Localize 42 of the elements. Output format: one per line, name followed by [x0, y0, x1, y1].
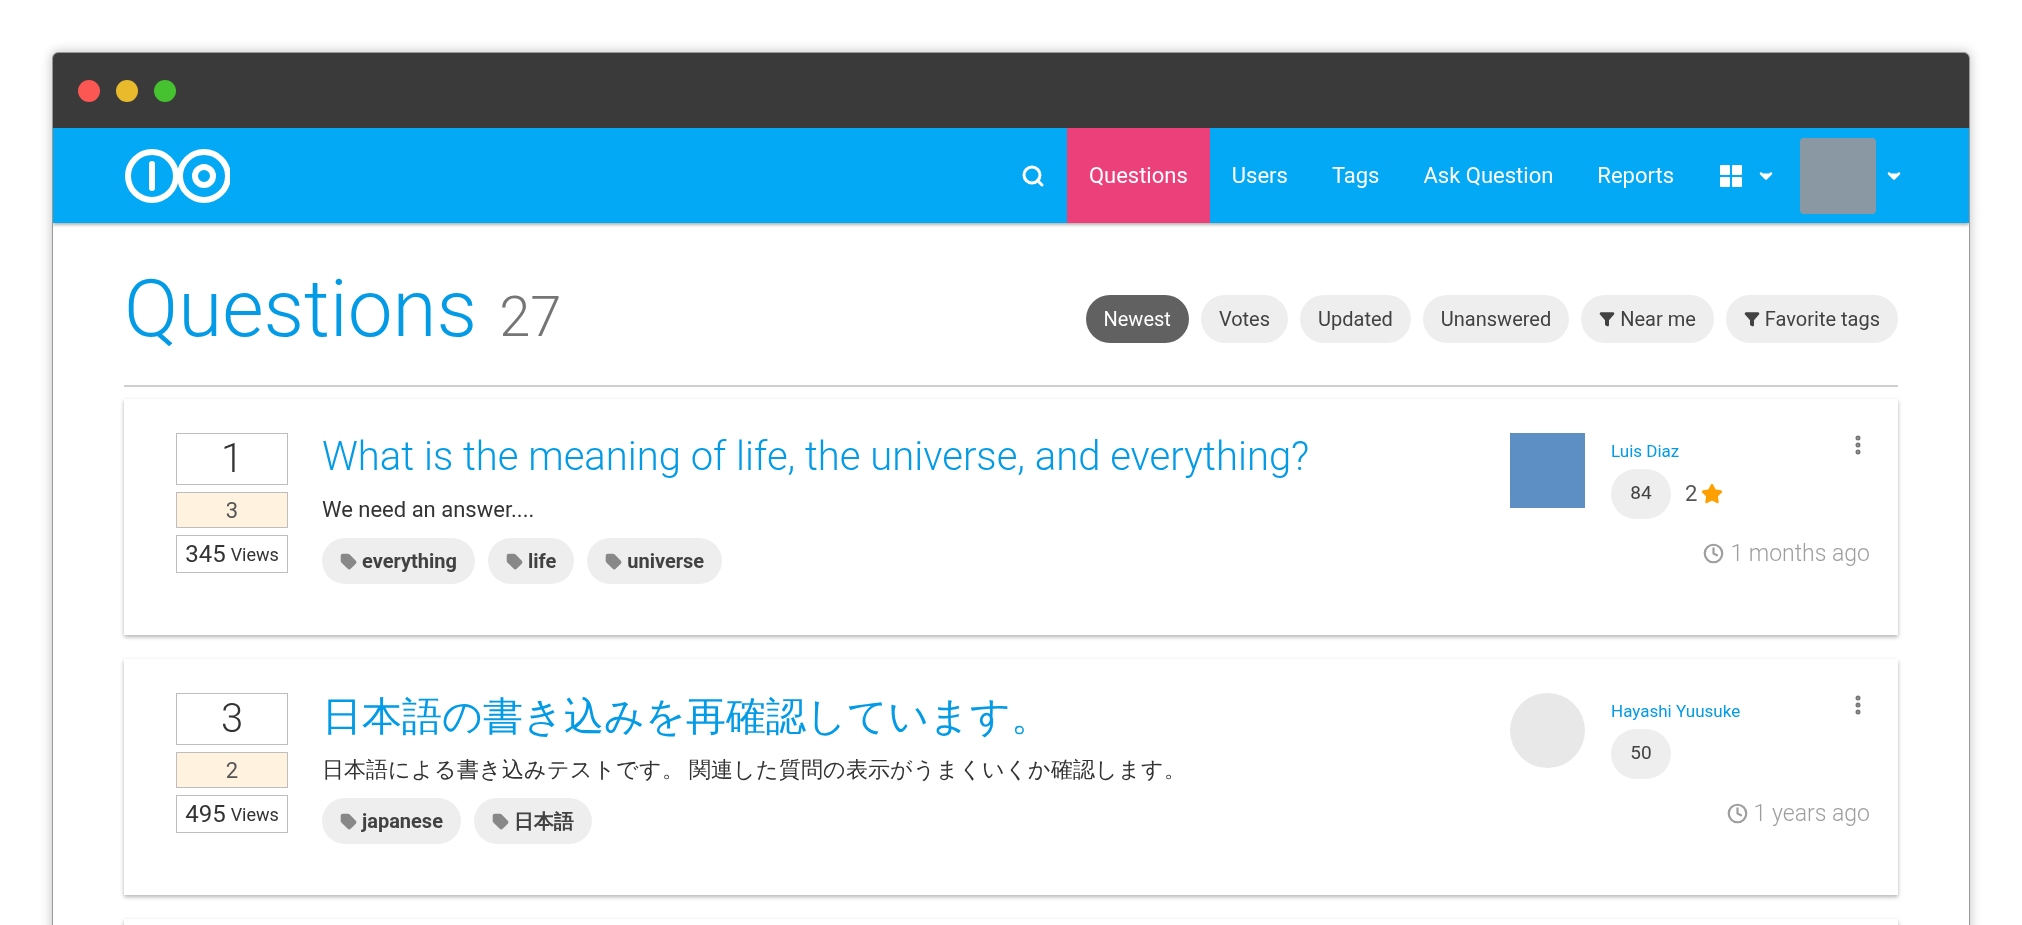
filter-button[interactable]: Updated [1300, 295, 1411, 343]
filter-button[interactable]: Near me [1581, 295, 1714, 343]
tag-icon [340, 552, 357, 570]
search-icon[interactable] [1020, 163, 1045, 188]
minimize-window-button[interactable] [116, 79, 138, 102]
vote-count: 1 [176, 433, 288, 485]
page-title: Questions [124, 269, 478, 349]
tag-icon [505, 552, 523, 570]
question-time: 1 months ago [1730, 538, 1870, 569]
nav-link[interactable]: Questions [1066, 128, 1210, 223]
filter-button[interactable]: Newest [1085, 295, 1189, 343]
filter-icon [1743, 311, 1760, 327]
badge-count: 2 [1685, 480, 1698, 508]
filter-button[interactable]: Favorite tags [1725, 295, 1898, 343]
filter-icon [1599, 311, 1616, 327]
tag-icon [340, 812, 357, 830]
vote-count: 3 [176, 693, 288, 745]
clock-icon [1703, 543, 1725, 565]
question-excerpt: We need an answer.... [322, 496, 536, 524]
tag-chip[interactable]: life [487, 538, 575, 584]
tag-chip[interactable]: 日本語 [473, 798, 592, 844]
grid-icon [1720, 164, 1742, 187]
question-count: 27 [499, 283, 562, 352]
filter-button[interactable]: Unanswered [1422, 295, 1570, 343]
reputation-badge: 50 [1611, 728, 1671, 779]
answer-count: 2 [176, 752, 288, 788]
view-count: 345 Views [176, 535, 288, 573]
tag-icon [605, 552, 623, 570]
reputation-badge: 84 [1611, 468, 1671, 519]
tag-chip[interactable]: everything [322, 538, 475, 584]
question-excerpt: 日本語による書き込みテストです。 関連した質問の表示がうまくいくか確認します。 [322, 756, 1188, 784]
clock-icon [1726, 803, 1748, 825]
tag-chip[interactable]: universe [587, 538, 723, 584]
tag-icon [491, 812, 509, 830]
filter-button[interactable]: Votes [1200, 295, 1289, 343]
question-time: 1 years ago [1753, 798, 1870, 829]
view-count: 495 Views [176, 795, 288, 833]
close-window-button[interactable] [78, 79, 100, 102]
maximize-window-button[interactable] [154, 79, 176, 102]
star-icon [1701, 482, 1724, 505]
tag-chip[interactable]: japanese [322, 798, 461, 844]
answer-count: 3 [176, 492, 288, 528]
